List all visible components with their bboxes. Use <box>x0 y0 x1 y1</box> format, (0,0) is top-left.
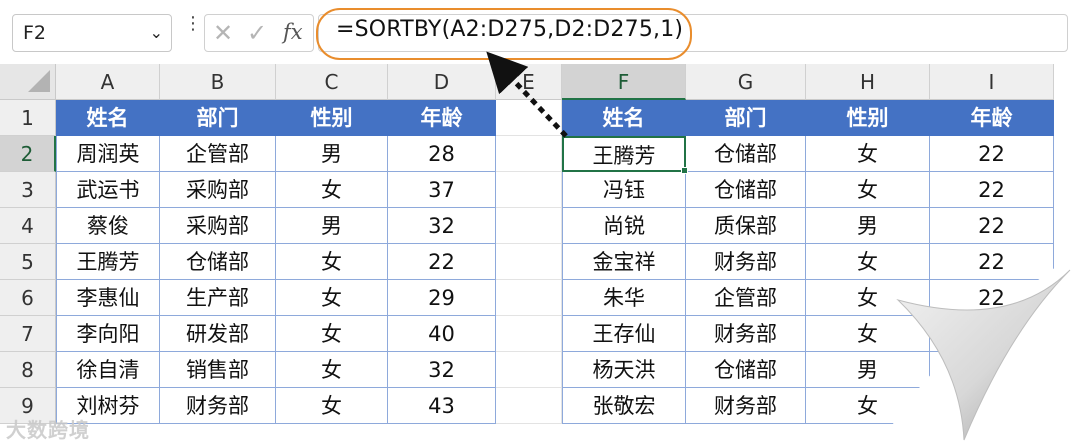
watermark-text: 大数跨境 <box>6 418 90 442</box>
spreadsheet-window: F2 ⌄ ⋮ ✕ ✓ fx =SORTBY(A2:D275,D2:D275,1)… <box>0 0 1080 448</box>
page-curl-decoration <box>880 250 1080 448</box>
